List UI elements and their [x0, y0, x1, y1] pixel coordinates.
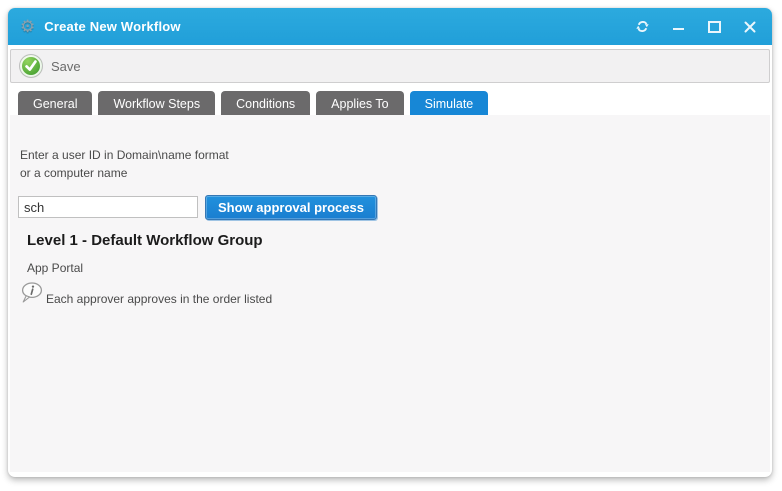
save-label: Save	[51, 59, 81, 74]
window-title: Create New Workflow	[44, 19, 180, 34]
gear-icon: ⚙	[20, 18, 35, 35]
info-note-text: Each approver approves in the order list…	[46, 292, 272, 306]
minimize-icon[interactable]	[670, 19, 686, 35]
tab-strip: General Workflow Steps Conditions Applie…	[18, 91, 772, 117]
save-check-icon	[20, 55, 42, 77]
instruction-line-1: Enter a user ID in Domain\name format	[20, 146, 229, 164]
close-icon[interactable]	[742, 19, 758, 35]
tab-simulate[interactable]: Simulate	[410, 91, 489, 117]
approver-group-name: App Portal	[27, 261, 83, 275]
tab-general[interactable]: General	[18, 91, 92, 117]
user-id-input[interactable]	[18, 196, 198, 218]
instruction-line-2: or a computer name	[20, 164, 229, 182]
level-heading: Level 1 - Default Workflow Group	[27, 232, 263, 249]
tab-workflow-steps[interactable]: Workflow Steps	[98, 91, 215, 117]
tab-applies-to[interactable]: Applies To	[316, 91, 403, 117]
tab-conditions[interactable]: Conditions	[221, 91, 310, 117]
simulate-panel: Enter a user ID in Domain\name format or…	[10, 115, 770, 472]
show-approval-process-button[interactable]: Show approval process	[205, 195, 377, 220]
refresh-icon[interactable]	[634, 19, 650, 35]
window-controls	[634, 19, 758, 35]
maximize-icon[interactable]	[706, 19, 722, 35]
instruction-text: Enter a user ID in Domain\name format or…	[20, 146, 229, 182]
title-bar: ⚙ Create New Workflow	[8, 8, 772, 45]
toolbar: Save	[10, 49, 770, 83]
info-bubble-icon	[20, 281, 46, 311]
save-button[interactable]: Save	[20, 55, 81, 77]
create-new-workflow-dialog: ⚙ Create New Workflow	[8, 8, 772, 477]
